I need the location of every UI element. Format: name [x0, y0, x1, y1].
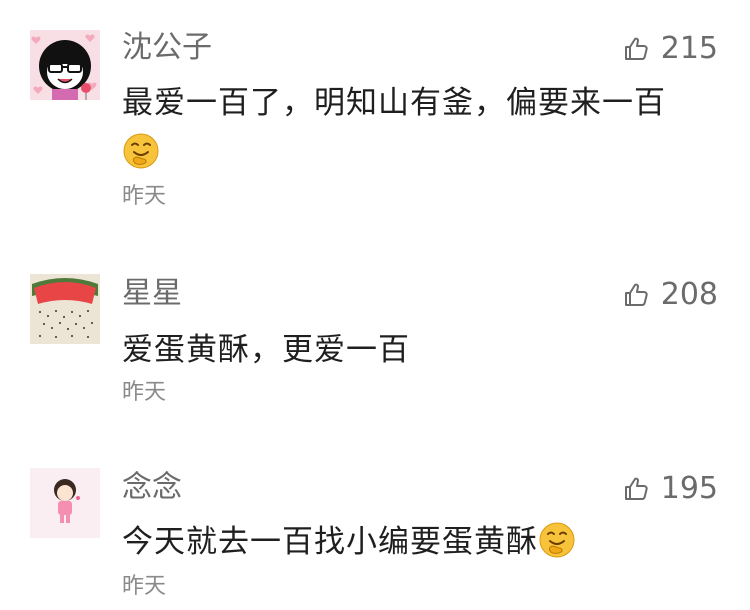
- thumbs-up-icon: [623, 282, 649, 308]
- timestamp: 昨天: [122, 574, 167, 599]
- comment-body: 今天就去一百找小编要蛋黄酥: [122, 524, 538, 560]
- avatar[interactable]: [30, 274, 100, 344]
- thinking-face-emoji: [538, 521, 576, 559]
- username[interactable]: 念念: [122, 470, 182, 506]
- comment-item: 沈公子 215 最爱一百了，明知山有釜，偏要来一百 昨天: [0, 0, 750, 240]
- comment-text: 今天就去一百找小编要蛋黄酥: [122, 517, 722, 567]
- like-button[interactable]: 215: [623, 31, 718, 67]
- like-button[interactable]: 195: [623, 471, 718, 507]
- comment-item: 念念 195 今天就去一百找小编要蛋黄酥 昨天: [0, 440, 750, 610]
- comment-body: 爱蛋黄酥，更爱一百: [122, 332, 410, 368]
- like-count: 215: [660, 31, 718, 66]
- username[interactable]: 星星: [122, 276, 182, 312]
- timestamp: 昨天: [122, 184, 167, 209]
- comment-item: 星星 208 爱蛋黄酥，更爱一百 昨天: [0, 240, 750, 440]
- thumbs-up-icon: [623, 476, 649, 502]
- like-count: 208: [660, 277, 718, 312]
- comment-text: 爱蛋黄酥，更爱一百: [122, 325, 722, 375]
- avatar[interactable]: [30, 468, 100, 538]
- comment-text: 最爱一百了，明知山有釜，偏要来一百: [122, 78, 722, 178]
- thinking-face-emoji: [122, 132, 160, 170]
- thumbs-up-icon: [623, 36, 649, 62]
- like-count: 195: [660, 471, 718, 506]
- comment-body: 最爱一百了，明知山有釜，偏要来一百: [122, 85, 666, 121]
- username[interactable]: 沈公子: [122, 30, 212, 66]
- timestamp: 昨天: [122, 380, 167, 405]
- avatar[interactable]: [30, 30, 100, 100]
- like-button[interactable]: 208: [623, 277, 718, 313]
